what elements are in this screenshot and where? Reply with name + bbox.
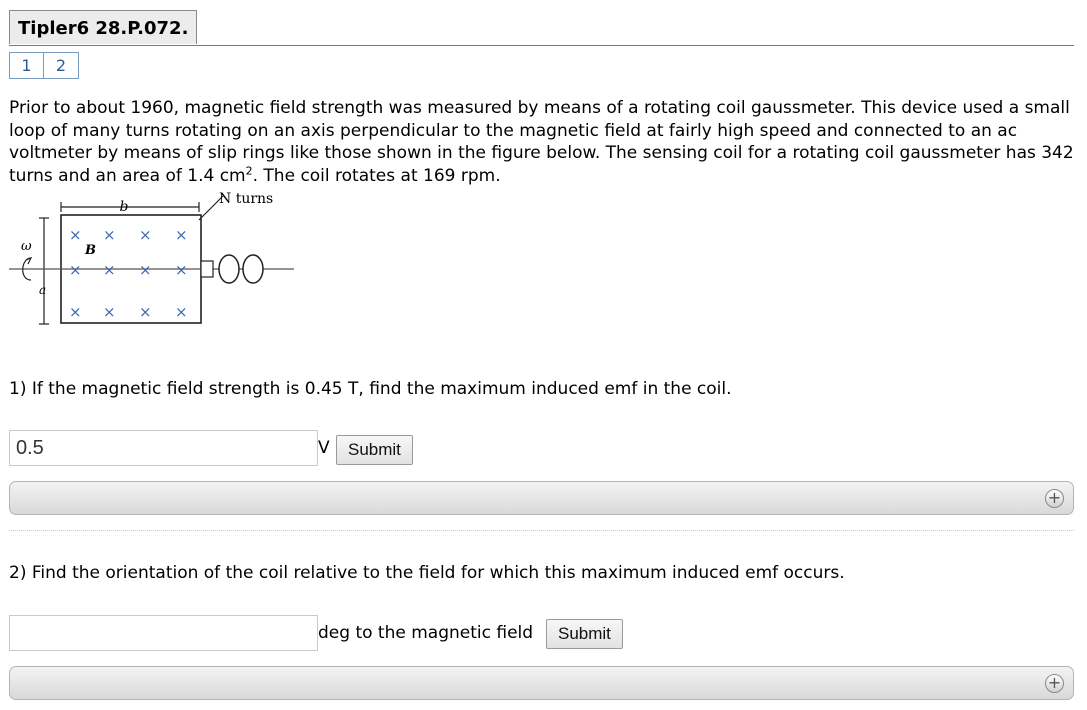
problem-statement: Prior to about 1960, magnetic field stre… bbox=[9, 97, 1079, 187]
coil-figure: × × × × × × × × × × × × b N turns B ω a bbox=[9, 190, 299, 334]
label-field-B: B bbox=[84, 243, 96, 258]
page-link-1[interactable]: 1 bbox=[9, 52, 44, 79]
question-1-prompt: 1) If the magnetic field strength is 0.4… bbox=[9, 379, 732, 399]
svg-text:×: × bbox=[175, 226, 188, 244]
answer-1-input[interactable] bbox=[9, 430, 318, 466]
svg-text:×: × bbox=[175, 303, 188, 321]
answer-2-unit: deg to the magnetic field bbox=[318, 623, 534, 643]
submit-1-button[interactable]: Submit bbox=[336, 435, 413, 465]
title-divider bbox=[9, 45, 1074, 46]
rotating-coil-diagram: × × × × × × × × × × × × b N turns B ω a bbox=[9, 191, 294, 325]
field-crosses: × × × × × × × × × × × × bbox=[69, 226, 188, 321]
problem-text-end: . The coil rotates at 169 rpm. bbox=[252, 165, 501, 186]
svg-text:×: × bbox=[139, 261, 152, 279]
svg-text:×: × bbox=[69, 261, 82, 279]
label-b: b bbox=[120, 199, 129, 215]
plus-circle-icon[interactable]: + bbox=[1045, 674, 1064, 693]
svg-text:×: × bbox=[103, 226, 116, 244]
label-n-turns: N turns bbox=[219, 191, 273, 207]
page-link-2[interactable]: 2 bbox=[44, 52, 79, 79]
area-exponent: 2 bbox=[245, 163, 253, 177]
svg-text:×: × bbox=[139, 226, 152, 244]
page-navigation: 1 2 bbox=[9, 52, 79, 79]
problem-text: Prior to about 1960, magnetic field stre… bbox=[9, 98, 1074, 186]
answer-2-input[interactable] bbox=[9, 615, 318, 651]
problem-title: Tipler6 28.P.072. bbox=[9, 10, 198, 44]
submit-2-button[interactable]: Submit bbox=[546, 619, 623, 649]
plus-circle-icon[interactable]: + bbox=[1045, 489, 1064, 508]
svg-text:×: × bbox=[139, 303, 152, 321]
svg-text:×: × bbox=[69, 226, 82, 244]
label-omega: ω bbox=[21, 239, 32, 254]
answer-1-unit: V bbox=[318, 438, 330, 458]
question-2-expander[interactable]: + bbox=[9, 666, 1074, 700]
svg-text:×: × bbox=[103, 303, 116, 321]
question-2-prompt: 2) Find the orientation of the coil rela… bbox=[9, 563, 845, 583]
svg-text:×: × bbox=[175, 261, 188, 279]
question-1-expander[interactable]: + bbox=[9, 481, 1074, 515]
svg-text:×: × bbox=[69, 303, 82, 321]
svg-text:×: × bbox=[103, 261, 116, 279]
label-a: a bbox=[39, 283, 46, 297]
question-divider bbox=[9, 530, 1074, 531]
